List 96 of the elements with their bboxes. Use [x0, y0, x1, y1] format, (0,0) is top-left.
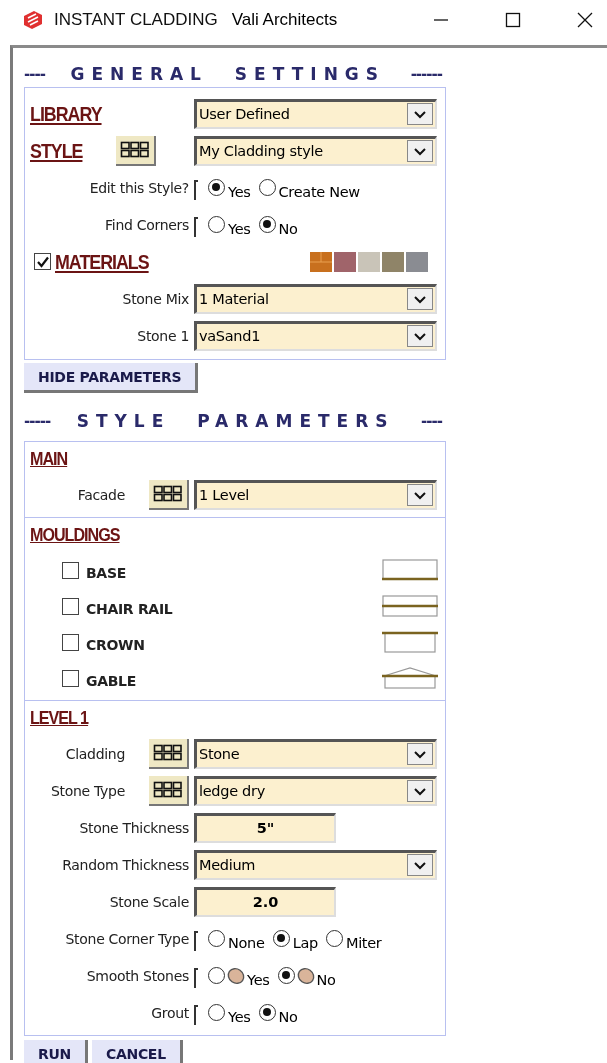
bracket-mark: [194, 179, 198, 200]
checkbox-option[interactable]: BASE: [62, 559, 126, 581]
dropdown[interactable]: 1 Level: [194, 479, 437, 510]
panel-title: MOULDINGS: [30, 524, 120, 546]
dropdown[interactable]: vaSand1: [194, 320, 437, 351]
checkbox[interactable]: [62, 561, 79, 579]
bracket-mark: [194, 967, 198, 988]
dropdown[interactable]: User Defined: [194, 98, 437, 129]
checkbox[interactable]: [34, 253, 51, 270]
field-label: Smooth Stones: [86, 967, 189, 984]
dropdown[interactable]: Medium: [194, 849, 437, 880]
number-field[interactable]: 5": [194, 812, 336, 843]
checkbox[interactable]: [62, 669, 79, 687]
field-label: Facade: [77, 486, 125, 503]
field-label: Random Thickness: [62, 856, 189, 873]
hide-parameters-button[interactable]: HIDE PARAMETERS: [24, 363, 199, 393]
window-subtitle: Vali Architects: [231, 10, 338, 30]
field-label: Stone Type: [50, 782, 125, 799]
radio-button[interactable]: [208, 967, 225, 984]
radio-option[interactable]: None: [208, 926, 265, 951]
checkbox-option[interactable]: GABLE: [62, 667, 136, 689]
radio-button[interactable]: [272, 930, 290, 947]
caret-icon: [407, 484, 433, 506]
bracket-mark: [194, 1004, 198, 1025]
moulding-profile-icon: [382, 630, 438, 654]
field-label: Find Corners: [105, 216, 189, 233]
bracket-mark: [194, 930, 198, 951]
grid-icon: [119, 140, 150, 159]
caret-icon: [407, 288, 433, 310]
checkbox-option[interactable]: CHAIR RAIL: [62, 595, 173, 617]
moulding-profile-icon: [382, 666, 438, 690]
field-label: Edit this Style?: [89, 179, 189, 196]
checkbox-option[interactable]: MATERIALS: [34, 249, 166, 274]
section-title: ----- STYLE PARAMETERS ----: [24, 410, 442, 433]
dropdown[interactable]: Stone: [194, 738, 437, 769]
checkbox[interactable]: [62, 633, 79, 651]
radio-option[interactable]: Yes: [208, 175, 251, 200]
radio-option[interactable]: Create New: [258, 175, 360, 200]
radio-option[interactable]: Lap: [272, 926, 318, 951]
grid-icon: [153, 484, 183, 503]
grid-icon: [153, 780, 183, 799]
section-title: ---- GENERAL SETTINGS ------: [24, 62, 442, 86]
caret-icon: [407, 140, 433, 162]
panel-title: MAIN: [30, 448, 68, 470]
moulding-profile-icon: [382, 558, 438, 582]
grid-view-button[interactable]: [149, 775, 189, 806]
dropdown[interactable]: ledge dry: [194, 775, 437, 806]
number-field[interactable]: 2.0: [194, 886, 336, 917]
radio-button[interactable]: [208, 930, 225, 947]
caret-icon: [407, 103, 433, 125]
field-label: Stone 1: [137, 327, 189, 344]
field-label: Stone Corner Type: [65, 930, 189, 947]
caret-icon: [407, 854, 433, 876]
radio-button[interactable]: [277, 967, 295, 984]
bracket-mark: [194, 216, 198, 237]
radio-option[interactable]: No: [258, 1000, 298, 1025]
section-label: MATERIALS: [55, 249, 149, 274]
radio-option[interactable]: No: [277, 963, 336, 988]
checkbox-option[interactable]: CROWN: [62, 631, 145, 653]
grid-view-button[interactable]: [115, 135, 156, 166]
radio-button[interactable]: [208, 1004, 225, 1021]
radio-option[interactable]: Miter: [325, 926, 382, 951]
radio-option[interactable]: Yes: [208, 212, 251, 237]
field-label: Stone Scale: [109, 893, 189, 910]
radio-option[interactable]: No: [258, 212, 298, 237]
moulding-profile-icon: [382, 594, 438, 618]
caret-icon: [407, 325, 433, 347]
grid-icon: [153, 743, 183, 762]
field-label: Stone Thickness: [79, 819, 189, 836]
maximize-icon[interactable]: [505, 12, 521, 28]
caret-icon: [407, 780, 433, 802]
radio-option[interactable]: Yes: [208, 963, 270, 988]
radio-button[interactable]: [208, 179, 225, 196]
window-title: INSTANT CLADDING: [54, 10, 218, 30]
dialog-button[interactable]: CANCEL: [91, 1040, 183, 1063]
app-logo-icon: [22, 10, 44, 30]
panel-title: LEVEL 1: [30, 707, 89, 729]
grid-view-button[interactable]: [149, 738, 189, 769]
radio-option[interactable]: Yes: [208, 1000, 251, 1025]
grid-view-button[interactable]: [149, 479, 189, 510]
field-label: Cladding: [65, 745, 125, 762]
caret-icon: [407, 743, 433, 765]
dropdown[interactable]: My Cladding style: [194, 135, 437, 166]
section-label: LIBRARY: [30, 101, 102, 126]
dialog-button[interactable]: RUN: [24, 1040, 88, 1063]
close-icon[interactable]: [577, 12, 593, 28]
radio-button[interactable]: [258, 1004, 276, 1021]
dropdown[interactable]: 1 Material: [194, 283, 437, 314]
checkbox[interactable]: [62, 597, 79, 615]
radio-button[interactable]: [258, 216, 276, 233]
radio-button[interactable]: [325, 930, 343, 947]
field-label: Stone Mix: [122, 290, 189, 307]
radio-button[interactable]: [258, 179, 276, 196]
field-label: Grout: [151, 1004, 189, 1021]
section-label: STYLE: [30, 138, 83, 163]
radio-button[interactable]: [208, 216, 225, 233]
